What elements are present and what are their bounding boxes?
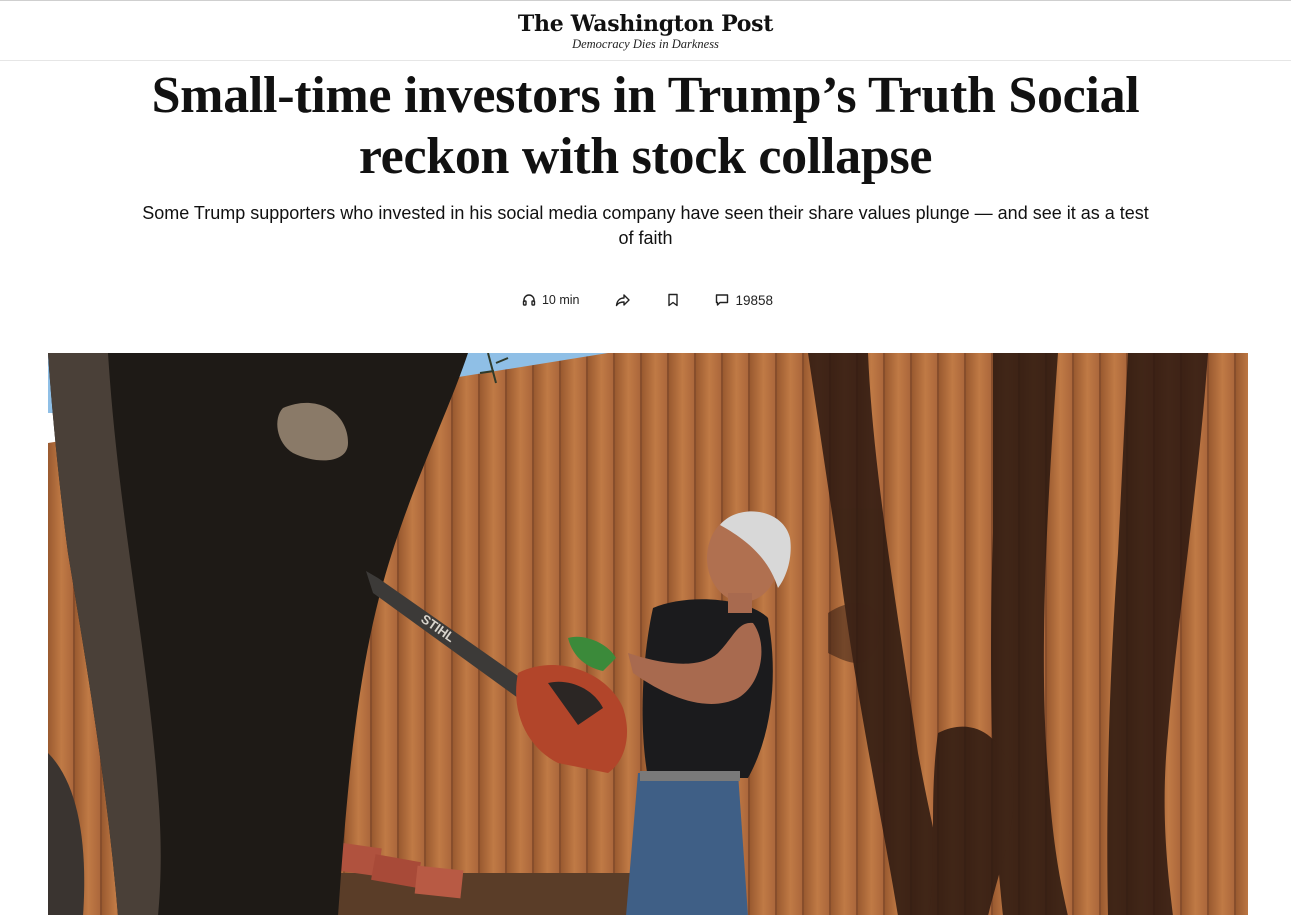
- article-headline: Small-time investors in Trump’s Truth So…: [151, 67, 1140, 185]
- article-actions-bar: 10 min 19858: [0, 288, 1291, 312]
- article-dek: Some Trump supporters who invested in hi…: [142, 203, 1149, 248]
- hero-photo-illustration: STIHL: [48, 353, 1248, 915]
- share-button[interactable]: [615, 293, 631, 307]
- hero-photo[interactable]: STIHL: [48, 353, 1248, 915]
- article-page: The Washington Post Democracy Dies in Da…: [0, 0, 1291, 915]
- masthead: The Washington Post Democracy Dies in Da…: [0, 1, 1291, 61]
- comments-count: 19858: [735, 292, 774, 308]
- comment-icon: [715, 293, 729, 307]
- bookmark-icon: [667, 293, 679, 307]
- site-logo[interactable]: The Washington Post: [518, 12, 773, 36]
- site-tagline: Democracy Dies in Darkness: [572, 37, 719, 51]
- headphones-icon: [522, 293, 536, 307]
- share-icon: [615, 293, 631, 307]
- listen-button[interactable]: 10 min: [522, 293, 580, 307]
- bookmark-button[interactable]: [667, 293, 679, 307]
- listen-duration: 10 min: [541, 293, 580, 307]
- comments-button[interactable]: 19858: [715, 293, 773, 308]
